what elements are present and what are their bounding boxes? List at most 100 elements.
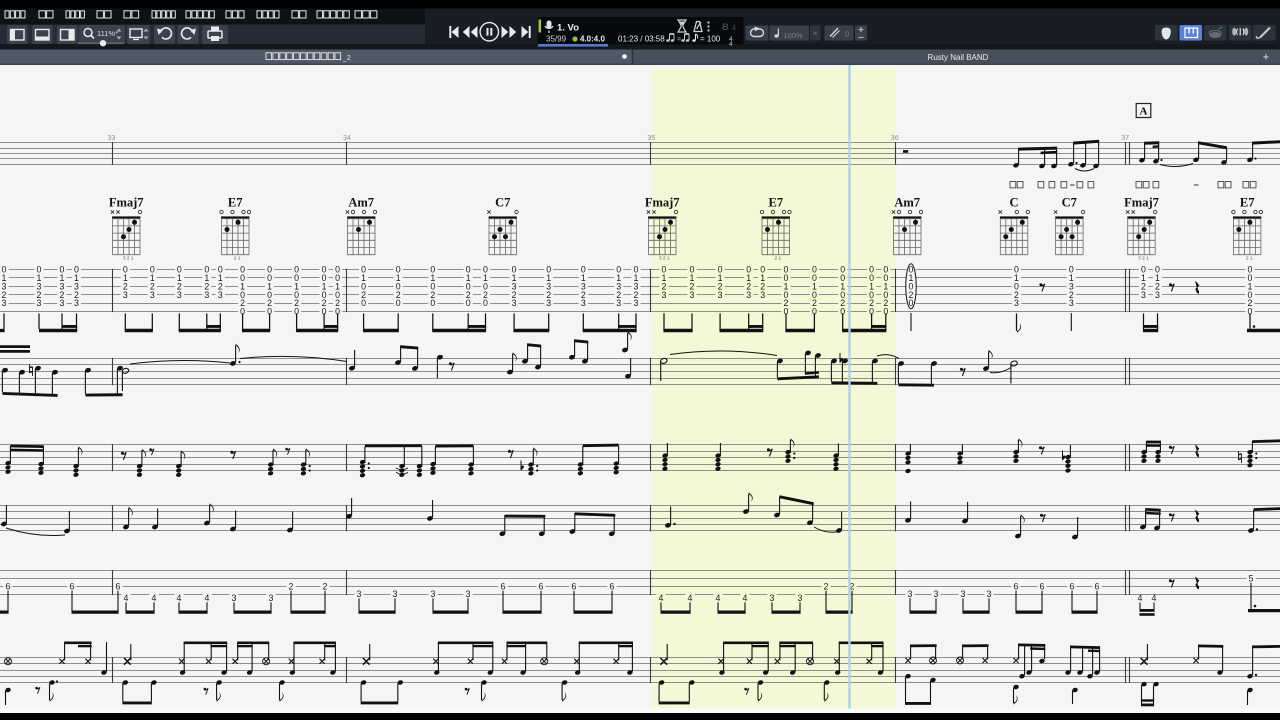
svg-text:3: 3 [908,589,913,599]
svg-text:6: 6 [6,582,11,592]
svg-text:3: 3 [1141,290,1146,300]
svg-text:4: 4 [177,593,182,603]
svg-text:+: + [1263,52,1269,64]
svg-text:35/99: 35/99 [546,35,567,44]
svg-text:3: 3 [662,290,667,300]
svg-text:C: C [1009,196,1018,210]
svg-text:4: 4 [716,593,721,603]
svg-text:6: 6 [1095,582,1100,592]
svg-text:C7: C7 [1062,196,1077,210]
svg-text:3: 3 [616,298,621,308]
svg-text:3: 3 [934,589,939,599]
svg-text:6: 6 [610,582,615,592]
svg-text:4: 4 [732,23,737,33]
svg-text:4: 4 [1138,593,1143,603]
svg-text:34: 34 [343,135,351,142]
svg-text:3: 3 [218,290,223,300]
svg-text:C7: C7 [495,196,510,210]
svg-text:4: 4 [688,593,693,603]
svg-text:1. Vo: 1. Vo [557,23,579,34]
svg-text:100%: 100% [784,31,804,40]
svg-text:3: 3 [232,593,237,603]
svg-text:3: 3 [204,290,209,300]
svg-text:=: = [677,37,681,44]
svg-text:2 1: 2 1 [774,256,781,262]
svg-text:6: 6 [1014,582,1019,592]
svg-text:3: 3 [466,589,471,599]
svg-text:6: 6 [572,582,577,592]
svg-text:3: 3 [74,298,79,308]
svg-text:6: 6 [539,582,544,592]
svg-text:A: A [1140,106,1148,118]
svg-text:5: 5 [1249,574,1254,584]
svg-text:6: 6 [116,582,121,592]
svg-text:0: 0 [430,298,435,308]
svg-text:2: 2 [323,582,328,592]
svg-text:3: 3 [512,298,517,308]
svg-text:Fmaj7: Fmaj7 [1124,196,1159,210]
svg-text:3: 3 [269,593,274,603]
svg-text:3: 3 [690,290,695,300]
svg-text:3: 3 [37,298,42,308]
svg-text:6: 6 [1040,582,1045,592]
svg-text:37: 37 [1121,135,1129,142]
svg-text:6: 6 [70,582,75,592]
svg-text:3: 3 [546,298,551,308]
svg-text:33: 33 [108,135,116,142]
svg-text:4: 4 [124,593,129,603]
svg-text:3 2 1: 3 2 1 [123,256,134,262]
svg-text:3: 3 [1069,298,1074,308]
svg-text:111%*: 111%* [97,29,118,38]
svg-text:3: 3 [1014,298,1019,308]
svg-text:3: 3 [393,589,398,599]
svg-text:3: 3 [123,290,128,300]
svg-text:0: 0 [483,298,488,308]
svg-text:4: 4 [152,593,157,603]
svg-text:2 1: 2 1 [1246,256,1253,262]
svg-text:E7: E7 [769,196,784,210]
svg-text:3: 3 [798,593,803,603]
svg-text:Fmaj7: Fmaj7 [645,196,680,210]
svg-text:B: B [722,22,729,33]
svg-text:3: 3 [431,589,436,599]
svg-text:E7: E7 [228,196,243,210]
svg-text:2 1: 2 1 [234,256,241,262]
svg-text:3: 3 [177,290,182,300]
svg-text:01:23 / 03:58: 01:23 / 03:58 [618,35,665,44]
svg-text:4: 4 [729,41,733,48]
svg-text:Rusty Nail BAND: Rusty Nail BAND [928,53,989,62]
svg-text:3: 3 [2,298,7,308]
svg-text:3: 3 [150,290,155,300]
svg-text:3: 3 [357,589,362,599]
svg-text:6: 6 [501,582,506,592]
svg-text:3: 3 [1155,290,1160,300]
svg-text:= 100: = 100 [700,35,721,44]
svg-text:3: 3 [60,298,65,308]
svg-text:3: 3 [634,298,639,308]
svg-text:3: 3 [581,298,586,308]
svg-text:0: 0 [466,298,471,308]
svg-text:E7: E7 [1240,196,1255,210]
svg-text:3: 3 [987,589,992,599]
svg-text:Am7: Am7 [348,196,374,210]
svg-text:4: 4 [205,593,210,603]
svg-text:_2: _2 [342,55,351,62]
svg-text:6: 6 [1070,582,1075,592]
svg-text:Fmaj7: Fmaj7 [109,196,144,210]
svg-text:3 2 1: 3 2 1 [1138,256,1149,262]
svg-text:2: 2 [824,582,829,592]
svg-text:35: 35 [648,135,656,142]
svg-text:36: 36 [891,135,899,142]
svg-text:Am7: Am7 [894,196,920,210]
svg-text:3: 3 [770,593,775,603]
svg-text:3: 3 [760,290,765,300]
svg-text:0: 0 [361,298,366,308]
svg-text:4: 4 [743,593,748,603]
svg-text:4.0:4.0: 4.0:4.0 [580,35,605,44]
svg-text:4: 4 [1152,593,1157,603]
svg-text:3: 3 [961,589,966,599]
svg-text:3: 3 [718,290,723,300]
svg-text:0: 0 [396,298,401,308]
svg-text:3: 3 [746,290,751,300]
svg-text:2: 2 [289,582,294,592]
